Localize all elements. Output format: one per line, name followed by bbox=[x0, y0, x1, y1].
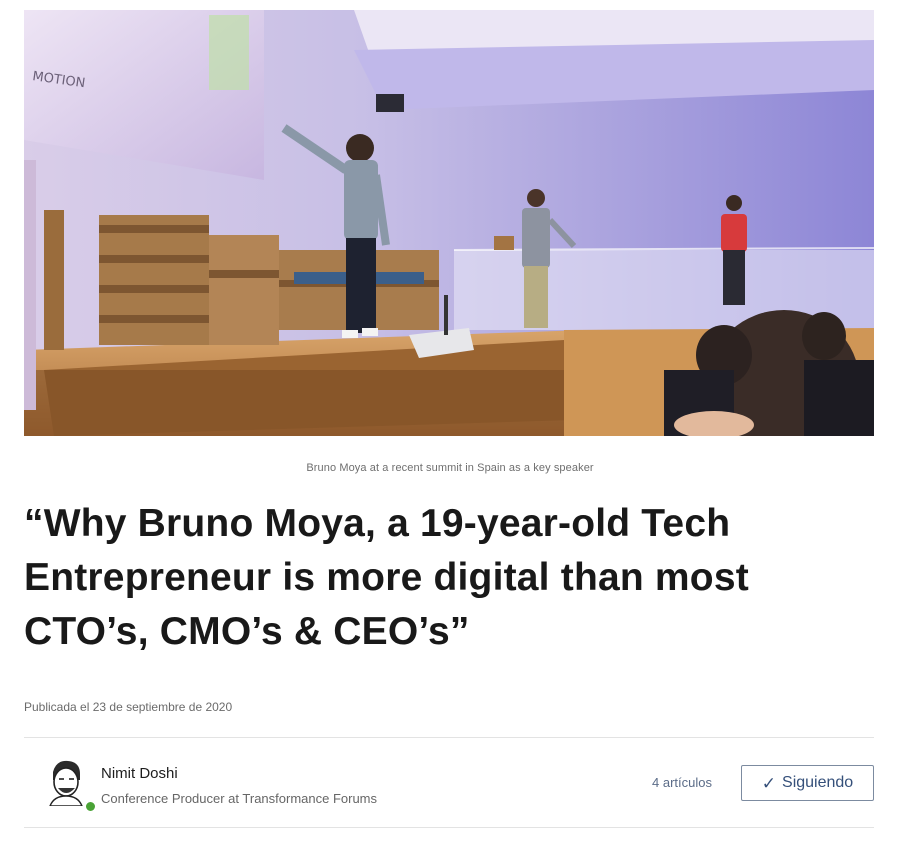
author-row: Nimit Doshi Conference Producer at Trans… bbox=[24, 750, 874, 820]
following-label: Siguiendo bbox=[782, 774, 854, 791]
hero-image: MOTION bbox=[24, 10, 874, 436]
online-status-dot bbox=[84, 800, 97, 813]
publish-date: Publicada el 23 de septiembre de 2020 bbox=[24, 700, 233, 714]
summit-stage-photo: MOTION bbox=[24, 10, 874, 436]
check-icon: ✓ bbox=[761, 773, 777, 793]
article-headline: “Why Bruno Moya, a 19-year-old Tech Entr… bbox=[24, 502, 749, 653]
following-button[interactable]: ✓ Siguiendo bbox=[741, 765, 874, 801]
article-count-link[interactable]: 4 artículos bbox=[652, 775, 712, 790]
avatar-drawing bbox=[44, 758, 88, 807]
divider bbox=[24, 827, 874, 828]
image-caption: Bruno Moya at a recent summit in Spain a… bbox=[306, 462, 594, 474]
author-title: Conference Producer at Transformance For… bbox=[101, 791, 378, 806]
divider bbox=[24, 737, 874, 738]
avatar[interactable] bbox=[44, 758, 88, 807]
author-name[interactable]: Nimit Doshi bbox=[101, 765, 178, 782]
